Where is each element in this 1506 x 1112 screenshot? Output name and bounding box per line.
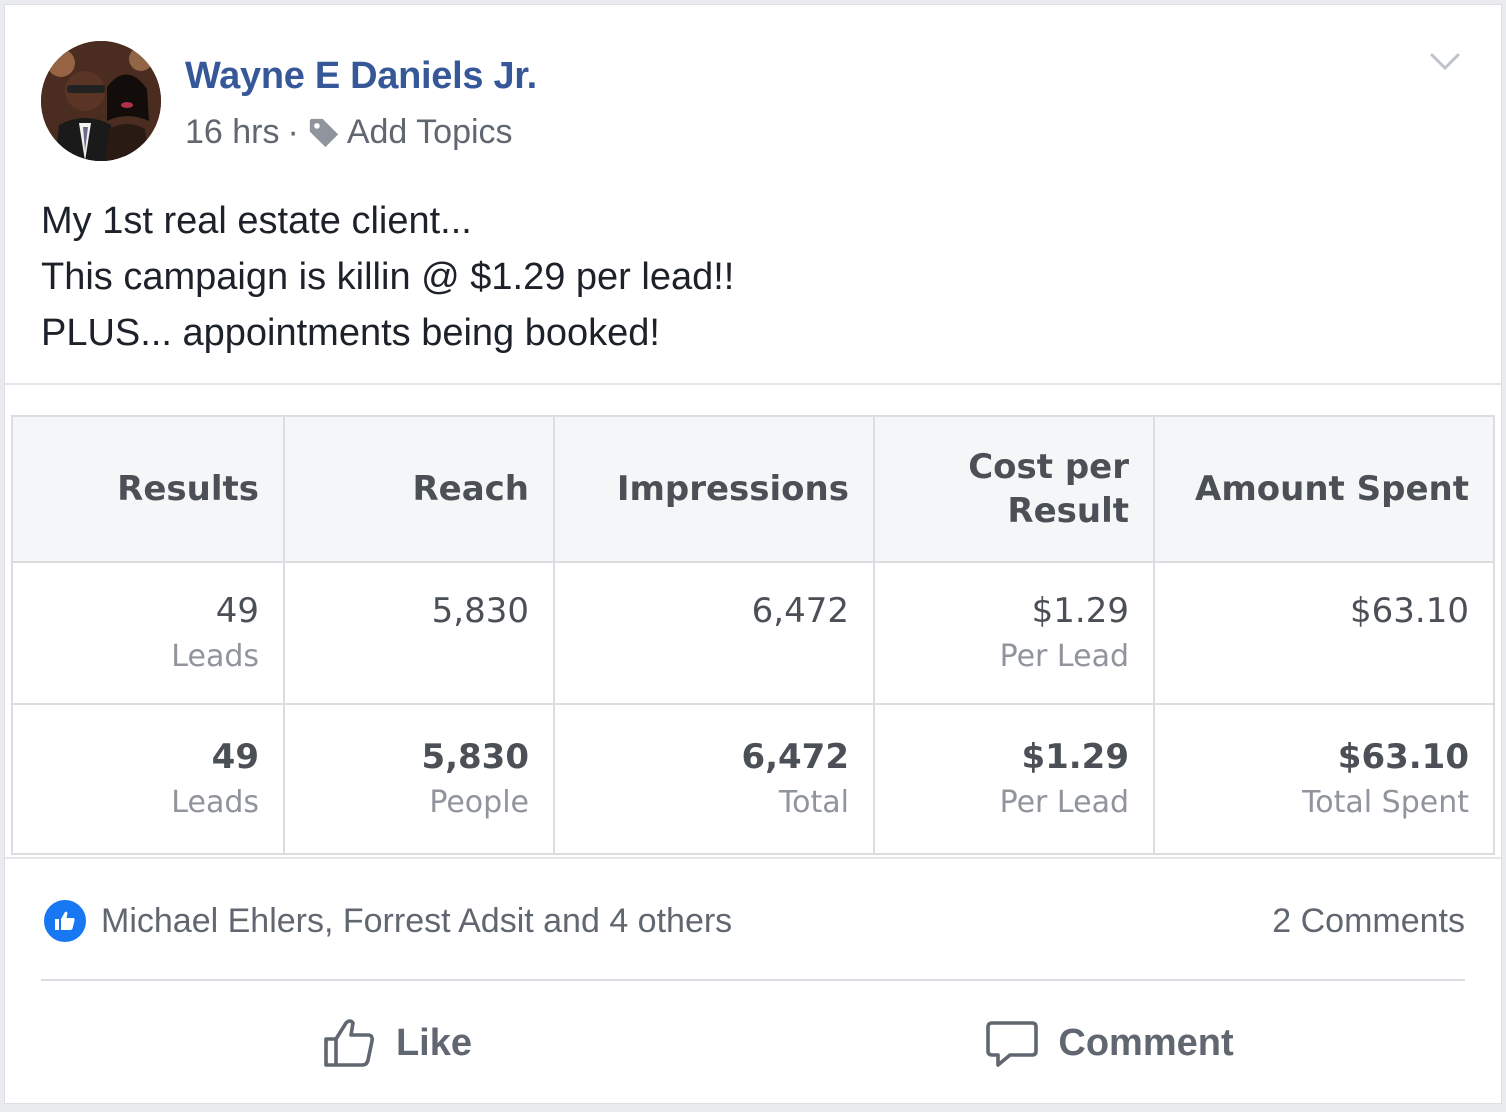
reactions-bar: Michael Ehlers, Forrest Adsit and 4 othe… <box>41 897 1465 945</box>
reactions-summary[interactable]: Michael Ehlers, Forrest Adsit and 4 othe… <box>41 897 732 945</box>
cell-cost: $1.29 Per Lead <box>873 561 1155 705</box>
chevron-down-icon <box>1430 53 1460 71</box>
avatar-photo <box>41 41 161 161</box>
divider <box>5 857 1501 859</box>
cell-value: 6,472 <box>741 737 849 777</box>
header-cost-label: Cost per Result <box>968 447 1129 531</box>
cell-spent: $63.10 Total Spent <box>1153 703 1495 855</box>
cell-sub: Leads <box>171 639 259 674</box>
feed-post: Wayne E Daniels Jr. 16 hrs · Add Topics … <box>4 4 1502 1104</box>
reactors-names: Michael Ehlers, Forrest Adsit and 4 othe… <box>101 901 733 940</box>
comment-label: Comment <box>1058 1021 1234 1064</box>
post-text: My 1st real estate client... This campai… <box>41 193 734 361</box>
add-topics-link[interactable]: Add Topics <box>307 113 513 152</box>
post-meta: 16 hrs · Add Topics <box>185 113 513 152</box>
like-button[interactable]: Like <box>41 995 753 1091</box>
attached-image[interactable]: Results Reach Impressions Cost per Resul… <box>5 385 1501 859</box>
header-reach: Reach <box>283 415 555 563</box>
cell-sub: Per Lead <box>999 639 1129 674</box>
like-badge-icon <box>41 897 89 945</box>
cell-value: 6,472 <box>751 591 849 631</box>
cell-value: $63.10 <box>1350 591 1469 631</box>
thumbs-up-icon <box>55 911 75 930</box>
action-bar: Like Comment <box>41 995 1465 1091</box>
divider <box>41 979 1465 981</box>
table-header-row: Results Reach Impressions Cost per Resul… <box>11 415 1495 563</box>
author-avatar[interactable] <box>41 41 161 161</box>
header-amount-spent: Amount Spent <box>1153 415 1495 563</box>
cell-impressions: 6,472 <box>553 561 875 705</box>
cell-sub: Leads <box>171 785 259 820</box>
cell-value: $1.29 <box>1021 737 1129 777</box>
cell-value: 49 <box>215 591 259 631</box>
cell-value: $63.10 <box>1337 737 1469 777</box>
cell-reach: 5,830 <box>283 561 555 705</box>
header-cost-per-result: Cost per Result <box>873 415 1155 563</box>
meta-separator: · <box>287 113 299 151</box>
comments-count[interactable]: 2 Comments <box>1272 902 1465 941</box>
header-impressions: Impressions <box>553 415 875 563</box>
post-line: PLUS... appointments being booked! <box>41 312 660 354</box>
cell-sub: Total <box>778 785 849 820</box>
cell-value: $1.29 <box>1031 591 1129 631</box>
cell-results: 49 Leads <box>11 561 285 705</box>
cell-value: 49 <box>211 737 259 777</box>
post-line: My 1st real estate client... <box>41 200 472 242</box>
post-options-button[interactable] <box>1429 51 1461 78</box>
cell-sub: Per Lead <box>999 785 1129 820</box>
comment-button[interactable]: Comment <box>753 995 1465 1091</box>
add-topics-label: Add Topics <box>346 113 513 151</box>
table-row: 49 Leads 5,830 6,472 $1.29 Per Lead $63.… <box>11 561 1495 705</box>
cell-results: 49 Leads <box>11 703 285 855</box>
table-row-summary: 49 Leads 5,830 People 6,472 Total $1.29 … <box>11 703 1495 855</box>
cell-spent: $63.10 <box>1153 561 1495 705</box>
author-name[interactable]: Wayne E Daniels Jr. <box>185 55 537 98</box>
cell-reach: 5,830 People <box>283 703 555 855</box>
thumbs-up-icon <box>324 1019 374 1067</box>
ads-results-table: Results Reach Impressions Cost per Resul… <box>11 415 1495 855</box>
post-timestamp[interactable]: 16 hrs <box>185 113 280 152</box>
tag-icon <box>309 118 338 147</box>
cell-value: 5,830 <box>421 737 529 777</box>
cell-cost: $1.29 Per Lead <box>873 703 1155 855</box>
cell-sub: People <box>429 785 529 820</box>
like-label: Like <box>395 1021 473 1064</box>
header-results: Results <box>11 415 285 563</box>
cell-impressions: 6,472 Total <box>553 703 875 855</box>
cell-sub: Total Spent <box>1302 785 1469 820</box>
post-line: This campaign is killin @ $1.29 per lead… <box>41 256 735 298</box>
cell-value: 5,830 <box>431 591 529 631</box>
comment-bubble-icon <box>986 1021 1039 1067</box>
